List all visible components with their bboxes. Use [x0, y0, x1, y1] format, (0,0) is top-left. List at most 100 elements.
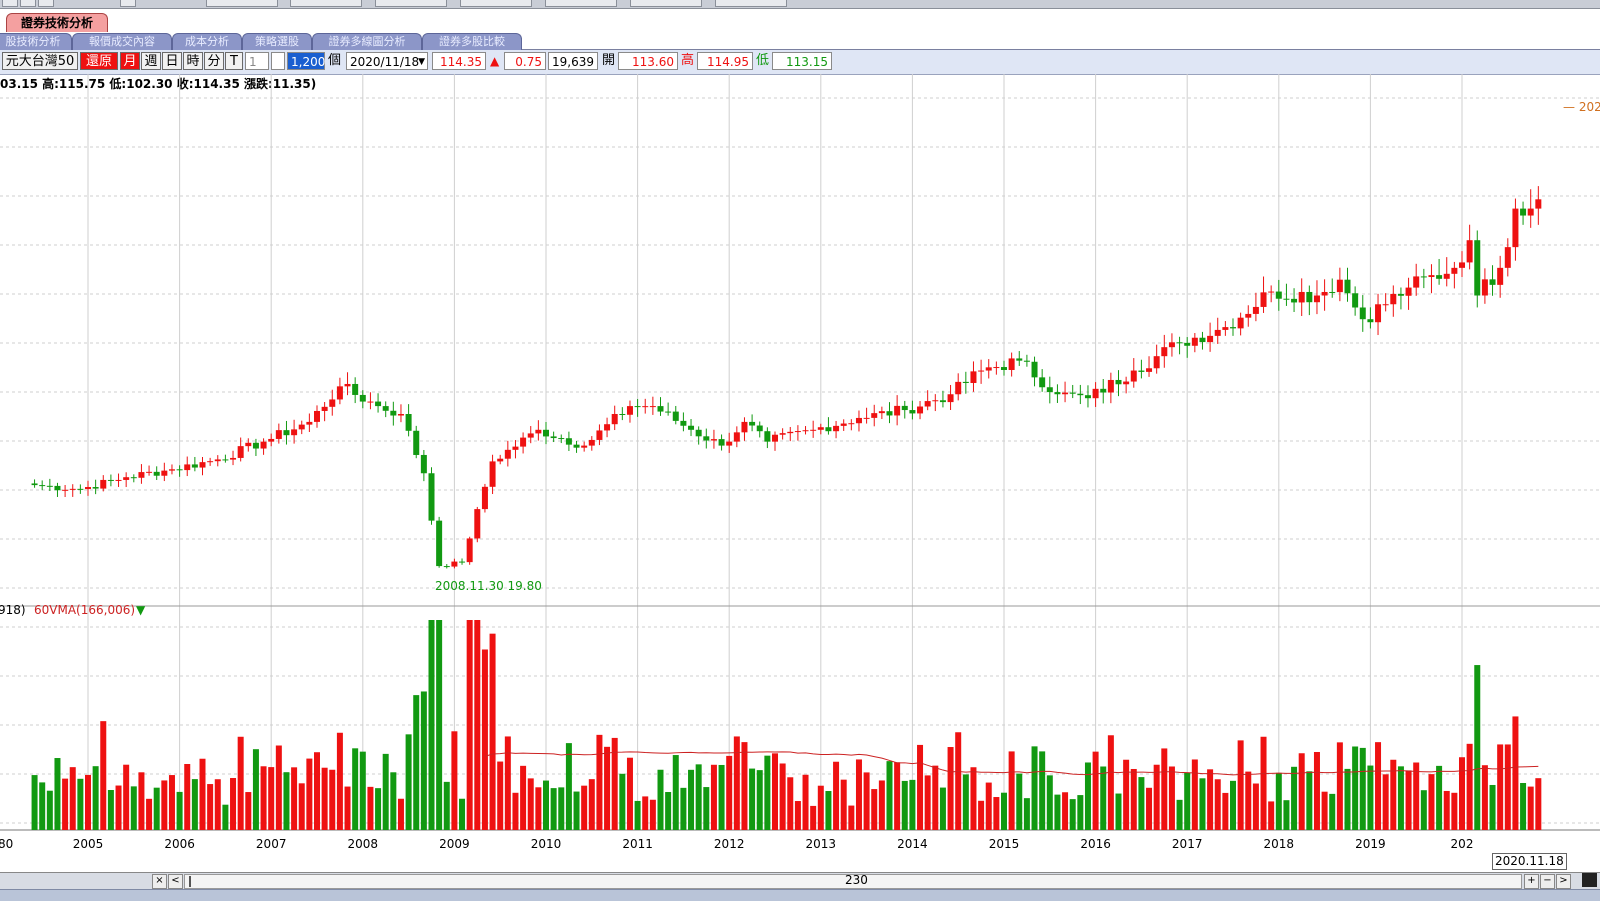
toolbar-stub[interactable] — [630, 0, 702, 7]
candle-body — [680, 420, 687, 426]
close-icon[interactable]: × — [152, 874, 167, 889]
candle-body — [779, 433, 786, 435]
toolbar-stub[interactable] — [38, 0, 54, 7]
volume-bar — [191, 779, 198, 830]
toolbar-stub[interactable] — [20, 0, 36, 7]
candle-body — [1023, 360, 1030, 362]
candle-body — [1115, 379, 1122, 385]
sub-tab[interactable]: 策略選股 — [242, 33, 312, 50]
volume-bar — [222, 804, 229, 830]
volume-bar — [917, 744, 924, 830]
zoom-out-icon[interactable]: − — [1540, 874, 1555, 889]
x-tick-label: 202 — [1451, 837, 1474, 851]
sub-tab[interactable]: 報價成交內容 — [72, 33, 172, 50]
period-tick-button[interactable]: T — [225, 52, 243, 70]
volume-bar — [504, 736, 511, 830]
volume-bar — [62, 778, 69, 830]
candle-body — [199, 462, 206, 468]
volume-bar — [1268, 801, 1275, 830]
sub-tab[interactable]: 成本分析 — [172, 33, 242, 50]
zoom-in-icon[interactable]: + — [1524, 874, 1539, 889]
chart-scrollbar[interactable]: × < 230 + − > — [0, 872, 1600, 889]
period-hour-button[interactable]: 時 — [183, 52, 203, 70]
high-label: 高 — [681, 53, 695, 68]
volume-bar — [939, 787, 946, 830]
volume-bar — [718, 764, 725, 830]
candle-body — [764, 431, 771, 442]
volume-bar — [802, 774, 809, 830]
candle-body — [1168, 342, 1175, 348]
volume-bar — [1413, 762, 1420, 830]
candle-body — [1420, 276, 1427, 278]
volume-bar — [352, 748, 359, 830]
volume-bar — [901, 780, 908, 830]
volume-bar — [787, 777, 794, 830]
candle-body — [596, 430, 603, 440]
chevron-down-icon[interactable]: ▼ — [418, 53, 425, 71]
period-minute-button[interactable]: 分 — [204, 52, 224, 70]
toolbar-stub[interactable] — [120, 0, 136, 7]
toolbar-stub[interactable] — [715, 0, 787, 7]
scroll-right-icon[interactable]: > — [1556, 874, 1571, 889]
candle-body — [512, 446, 519, 450]
sub-tab[interactable]: 證券多線圖分析 — [312, 33, 422, 50]
count-input[interactable]: 1,200 — [287, 52, 325, 70]
volume-bar — [947, 747, 954, 830]
volume-bar — [978, 800, 985, 830]
candle-body — [993, 367, 1000, 369]
volume-bar — [1306, 771, 1313, 830]
volume-bar — [764, 755, 771, 830]
volume-bar — [1512, 716, 1519, 830]
candle-body — [367, 401, 374, 403]
date-select[interactable]: 2020/11/18 ▼ — [346, 52, 428, 70]
scroll-left-icon[interactable]: < — [168, 874, 183, 889]
scroll-thumb[interactable] — [189, 876, 191, 887]
candle-body — [291, 429, 298, 436]
volume-bar — [886, 761, 893, 830]
sub-tab[interactable]: 證券多股比較 — [422, 33, 522, 50]
candle-body — [924, 401, 931, 407]
toolbar-stub[interactable] — [206, 0, 278, 7]
tab-securities-technical-analysis[interactable]: 證券技術分析 — [6, 13, 109, 32]
interval-spinner[interactable] — [271, 52, 285, 70]
volume-bar — [794, 801, 801, 830]
volume-bar — [168, 775, 175, 830]
interval-input[interactable]: 1 — [245, 52, 269, 70]
candle-body — [1016, 358, 1023, 361]
candle-body — [894, 405, 901, 416]
volume-bar — [436, 620, 443, 830]
candle-body — [153, 471, 160, 476]
toolbar-stub[interactable] — [375, 0, 447, 7]
restore-button[interactable]: 還原 — [80, 52, 118, 70]
volume-bar — [161, 780, 168, 830]
candle-body — [1260, 292, 1267, 307]
volume-bar — [863, 772, 870, 830]
resize-corner-icon[interactable] — [1582, 873, 1597, 887]
candle-body — [275, 430, 282, 439]
volume-bar — [245, 792, 252, 830]
volume-bar — [962, 774, 969, 830]
candlestick-chart[interactable]: 2008.11.30 19.80 — 202 918) 60VMA(166,00… — [0, 74, 1600, 872]
volume-bar — [107, 789, 114, 830]
period-week-button[interactable]: 週 — [141, 52, 161, 70]
volume-bar — [420, 691, 427, 830]
toolbar-stub[interactable] — [545, 0, 617, 7]
toolbar-stub[interactable] — [290, 0, 362, 7]
candle-body — [527, 433, 534, 438]
x-tick-label: 2006 — [164, 837, 195, 851]
high-marker-label: — 202 — [1563, 100, 1600, 114]
volume-bar — [1161, 748, 1168, 830]
candle-body — [1176, 342, 1183, 344]
volume-bar — [955, 732, 962, 830]
period-month-button[interactable]: 月 — [120, 52, 140, 70]
candle-body — [184, 464, 191, 471]
toolbar-stub[interactable] — [460, 0, 532, 7]
stock-name-field[interactable]: 元大台灣50 — [2, 52, 78, 70]
candle-body — [85, 487, 91, 490]
candle-body — [1504, 247, 1511, 268]
volume-bar — [1466, 743, 1473, 830]
period-day-button[interactable]: 日 — [162, 52, 182, 70]
candle-body — [1313, 295, 1320, 303]
sub-tab[interactable]: 股技術分析 — [0, 33, 72, 50]
toolbar-stub[interactable] — [2, 0, 18, 7]
